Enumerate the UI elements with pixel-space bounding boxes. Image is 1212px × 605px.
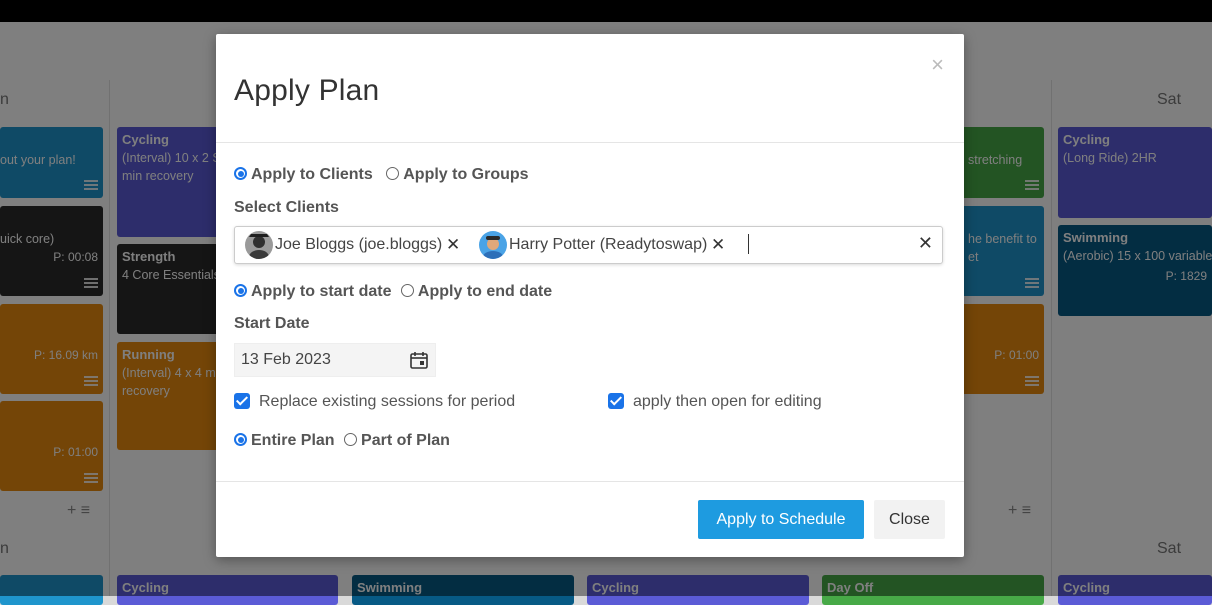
replace-sessions-checkbox[interactable] xyxy=(234,393,250,409)
start-date-input[interactable] xyxy=(241,351,391,369)
clear-selection-icon[interactable]: ✕ xyxy=(918,233,933,254)
modal-title: Apply Plan xyxy=(234,74,380,107)
apply-to-clients-radio[interactable] xyxy=(234,167,247,180)
apply-to-start-date-radio[interactable] xyxy=(234,284,247,297)
replace-sessions-label[interactable]: Replace existing sessions for period xyxy=(259,393,515,410)
apply-to-end-date-radio[interactable] xyxy=(400,284,414,297)
entire-plan-label[interactable]: Entire Plan xyxy=(251,432,335,449)
apply-to-clients-label[interactable]: Apply to Clients xyxy=(251,166,373,183)
client-tag: Joe Bloggs (joe.bloggs) ✕ xyxy=(245,231,460,259)
modal-footer: Apply to Schedule Close xyxy=(216,481,964,558)
part-of-plan-label[interactable]: Part of Plan xyxy=(361,432,450,449)
remove-client-icon[interactable]: ✕ xyxy=(446,231,460,259)
apply-to-start-date-label[interactable]: Apply to start date xyxy=(251,283,391,300)
client-tag-label: Joe Bloggs (joe.bloggs) xyxy=(275,236,443,253)
apply-to-end-date-label[interactable]: Apply to end date xyxy=(418,283,552,300)
plan-scope-radio-group: Entire Plan Part of Plan xyxy=(234,432,455,450)
calendar-icon[interactable] xyxy=(409,350,429,370)
client-tag-label: Harry Potter (Readytoswap) xyxy=(509,236,708,253)
apply-plan-dialog: Apply Plan × Apply to Clients Apply to G… xyxy=(216,34,964,557)
open-editing-option: apply then open for editing xyxy=(608,393,822,411)
apply-to-groups-label[interactable]: Apply to Groups xyxy=(403,166,528,183)
avatar xyxy=(245,231,273,259)
replace-sessions-option: Replace existing sessions for period xyxy=(234,393,515,411)
client-tag: Harry Potter (Readytoswap) ✕ xyxy=(479,231,739,259)
close-icon[interactable]: × xyxy=(931,52,944,78)
start-date-field[interactable] xyxy=(234,343,436,377)
target-radio-group: Apply to Clients Apply to Groups xyxy=(234,166,534,184)
part-of-plan-radio[interactable] xyxy=(344,433,358,446)
apply-to-schedule-button[interactable]: Apply to Schedule xyxy=(698,500,864,539)
entire-plan-radio[interactable] xyxy=(234,433,247,446)
avatar xyxy=(479,231,507,259)
client-multiselect[interactable]: Joe Bloggs (joe.bloggs) ✕ Harry Potter (… xyxy=(234,226,943,264)
open-editing-label[interactable]: apply then open for editing xyxy=(633,393,822,410)
top-bar xyxy=(0,0,1212,22)
select-clients-label: Select Clients xyxy=(234,199,339,216)
text-cursor xyxy=(748,234,749,254)
date-mode-radio-group: Apply to start date Apply to end date xyxy=(234,283,557,301)
open-editing-checkbox[interactable] xyxy=(608,393,624,409)
remove-client-icon[interactable]: ✕ xyxy=(711,231,725,259)
modal-header: Apply Plan × xyxy=(216,34,964,143)
apply-to-groups-radio[interactable] xyxy=(386,167,400,180)
close-button[interactable]: Close xyxy=(874,500,945,539)
start-date-label: Start Date xyxy=(234,315,310,332)
